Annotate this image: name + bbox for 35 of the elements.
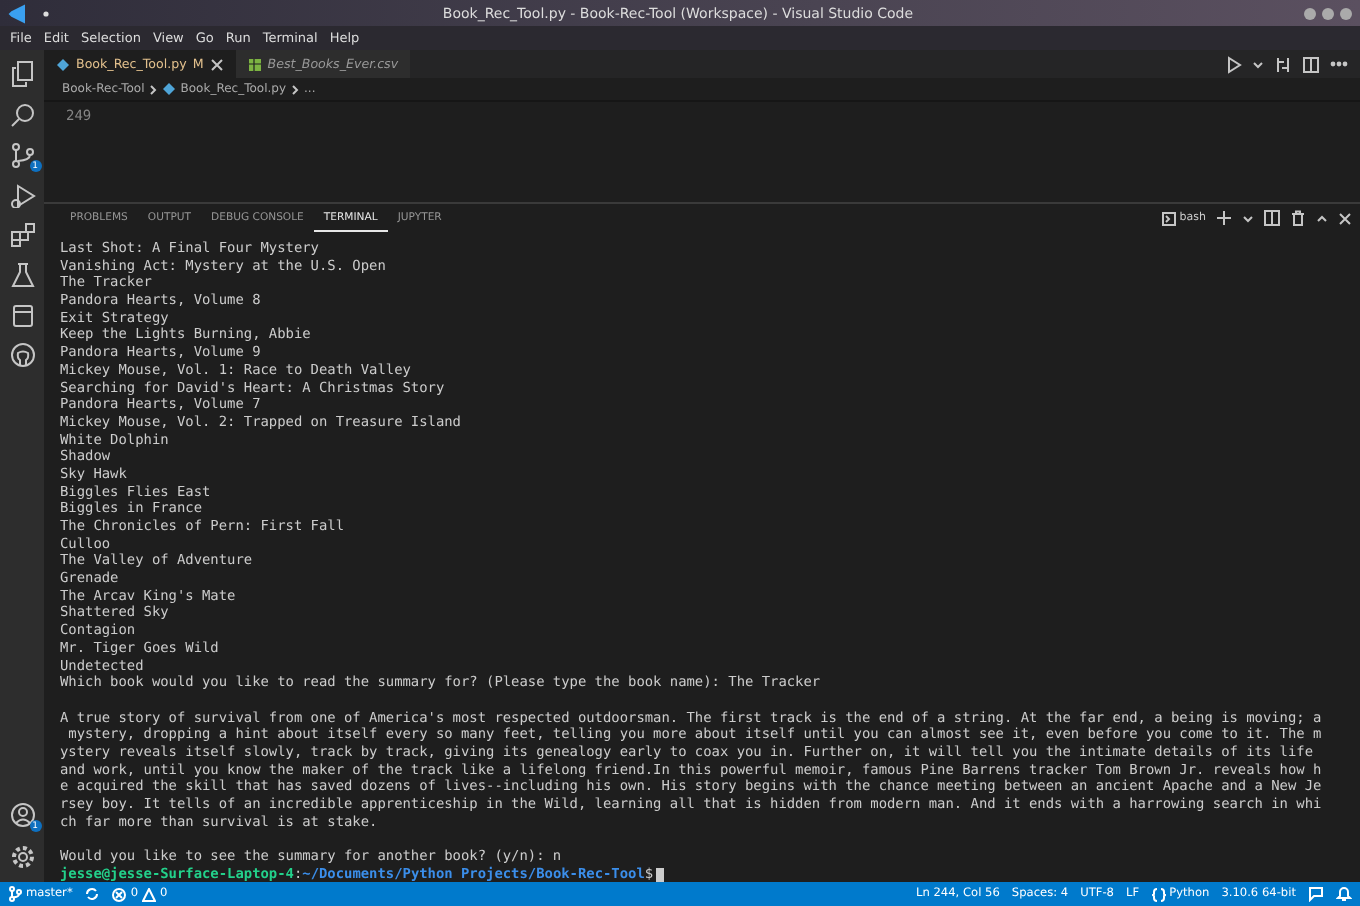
search-icon[interactable]	[9, 102, 35, 128]
flask-icon[interactable]	[9, 262, 35, 288]
split-editor-icon[interactable]	[1302, 55, 1320, 73]
chevron-down-icon[interactable]	[1252, 59, 1264, 69]
maximize-button[interactable]	[1322, 7, 1334, 19]
branch-icon	[8, 886, 22, 902]
warning-icon	[142, 887, 157, 901]
files-icon[interactable]	[9, 60, 35, 88]
terminal-icon	[1161, 211, 1176, 225]
close-icon[interactable]	[209, 57, 224, 71]
trash-icon[interactable]	[1290, 210, 1306, 226]
chevron-right-icon	[290, 83, 301, 95]
braces-icon	[1151, 887, 1166, 901]
source-control-icon[interactable]	[9, 142, 35, 168]
extensions-icon[interactable]	[9, 222, 35, 248]
plus-icon[interactable]	[1216, 210, 1232, 226]
bell-icon[interactable]	[1336, 886, 1352, 902]
account-icon[interactable]	[9, 802, 35, 828]
run-icon[interactable]	[1226, 55, 1242, 73]
close-icon[interactable]	[1338, 211, 1352, 225]
run-debug-icon[interactable]	[9, 182, 35, 208]
split-terminal-icon[interactable]	[1264, 210, 1280, 226]
feedback-icon[interactable]	[1308, 886, 1324, 902]
chevron-down-icon[interactable]	[1242, 213, 1254, 223]
spreadsheet-file-icon	[247, 57, 262, 71]
python-file-icon	[56, 57, 70, 71]
chevron-up-icon[interactable]	[1316, 213, 1328, 223]
close-button[interactable]	[1340, 7, 1352, 19]
settings-icon[interactable]	[9, 844, 35, 870]
sync-icon[interactable]	[84, 886, 101, 902]
chevron-right-icon	[148, 83, 159, 95]
error-icon	[112, 887, 127, 901]
more-icon[interactable]	[1330, 56, 1348, 72]
python-file-icon	[162, 82, 177, 96]
minimize-button[interactable]	[1304, 7, 1316, 19]
